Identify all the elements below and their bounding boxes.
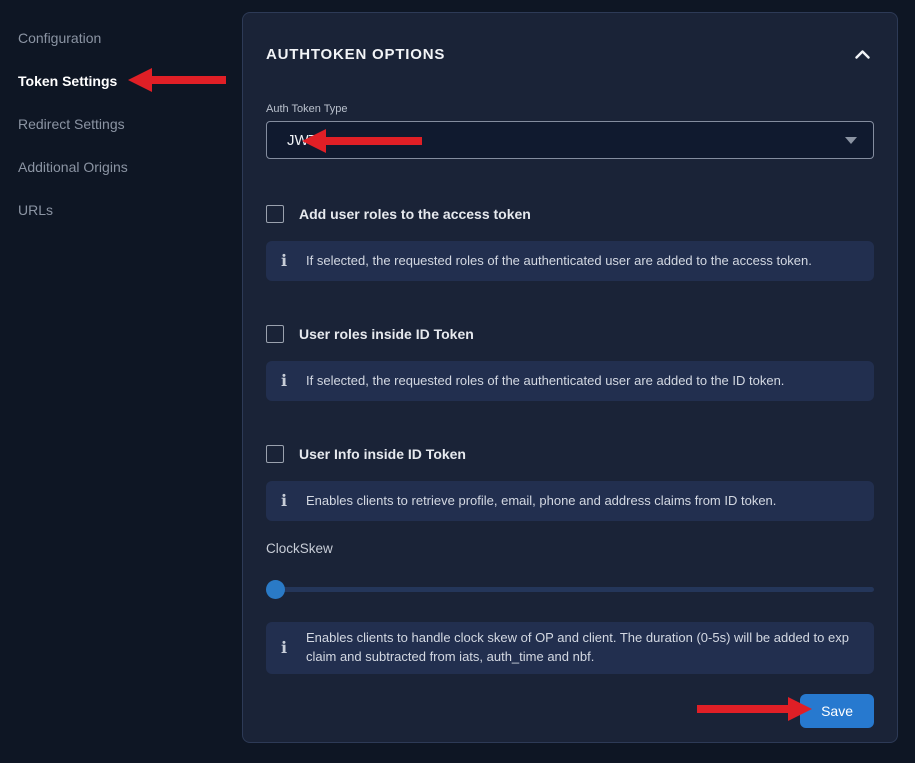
save-row: Save [266,694,874,728]
auth-token-type-label: Auth Token Type [266,103,874,115]
sidebar-item-additional-origins[interactable]: Additional Origins [18,159,224,175]
clockskew-label: ClockSkew [266,541,874,556]
settings-sidebar: Configuration Token Settings Redirect Se… [0,0,242,763]
info-text: If selected, the requested roles of the … [306,372,784,391]
checkbox-label: User Info inside ID Token [299,446,466,462]
caret-down-icon [845,137,857,144]
info-box: ℹ If selected, the requested roles of th… [266,241,874,281]
panel-title: AUTHTOKEN OPTIONS [266,46,445,63]
user-roles-id-token-checkbox[interactable] [266,325,284,343]
collapse-section-button[interactable] [851,46,874,63]
info-icon: ℹ [276,640,292,656]
panel-header: AUTHTOKEN OPTIONS [266,46,874,63]
chevron-up-icon [855,47,870,62]
clockskew-slider[interactable] [266,580,874,598]
sidebar-item-token-settings[interactable]: Token Settings [18,73,224,89]
auth-token-type-value: JWT [287,132,318,149]
option-group-user-info: User Info inside ID Token ℹ Enables clie… [266,445,874,521]
clockskew-section: ClockSkew ℹ Enables clients to handle cl… [266,541,874,674]
info-text: Enables clients to handle clock skew of … [306,629,860,667]
checkbox-row: User Info inside ID Token [266,445,874,463]
checkbox-label: User roles inside ID Token [299,326,474,342]
auth-token-type-select[interactable]: JWT [266,121,874,159]
sidebar-item-configuration[interactable]: Configuration [18,30,224,46]
option-group-id-token-roles: User roles inside ID Token ℹ If selected… [266,325,874,401]
user-info-id-token-checkbox[interactable] [266,445,284,463]
slider-thumb[interactable] [266,580,285,599]
add-user-roles-checkbox[interactable] [266,205,284,223]
checkbox-row: User roles inside ID Token [266,325,874,343]
sidebar-item-urls[interactable]: URLs [18,202,224,218]
app-window: Configuration Token Settings Redirect Se… [0,0,915,763]
option-group-access-token-roles: Add user roles to the access token ℹ If … [266,205,874,281]
info-icon: ℹ [276,493,292,509]
save-button[interactable]: Save [800,694,874,728]
info-box: ℹ If selected, the requested roles of th… [266,361,874,401]
checkbox-row: Add user roles to the access token [266,205,874,223]
info-icon: ℹ [276,373,292,389]
info-text: If selected, the requested roles of the … [306,252,812,271]
checkbox-label: Add user roles to the access token [299,206,531,222]
info-icon: ℹ [276,253,292,269]
info-box: ℹ Enables clients to handle clock skew o… [266,622,874,674]
info-box: ℹ Enables clients to retrieve profile, e… [266,481,874,521]
info-text: Enables clients to retrieve profile, ema… [306,492,776,511]
sidebar-item-redirect-settings[interactable]: Redirect Settings [18,116,224,132]
authtoken-options-panel: AUTHTOKEN OPTIONS Auth Token Type JWT Ad… [242,12,898,743]
slider-track[interactable] [266,587,874,592]
